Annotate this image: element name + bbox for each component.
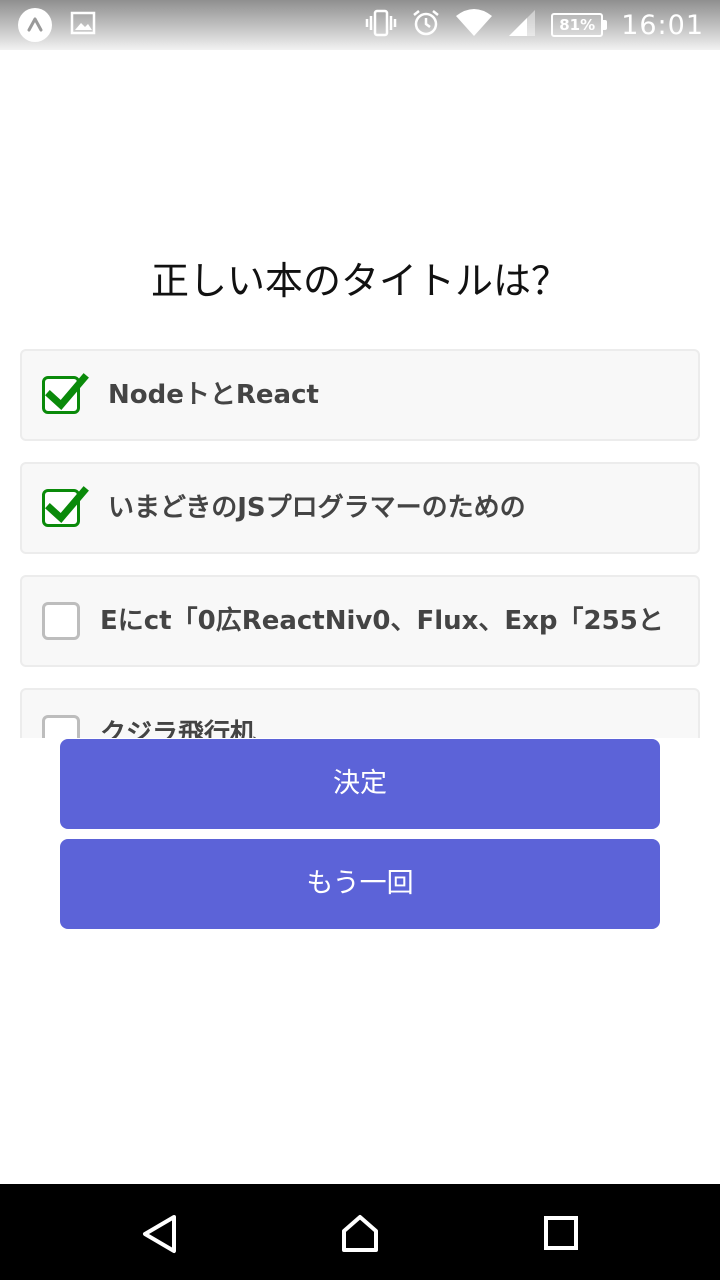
status-bar: 81% 16:01 bbox=[0, 0, 720, 50]
recents-icon[interactable] bbox=[542, 1214, 582, 1254]
question-title: 正しい本のタイトルは？ bbox=[150, 259, 569, 303]
option-label: NodeトとReact bbox=[108, 380, 319, 410]
option-item[interactable]: Eにct「0広ReactNiv0、Flux、Exp「255と bbox=[20, 575, 700, 667]
checkbox-unchecked-icon[interactable] bbox=[42, 715, 80, 738]
alarm-icon bbox=[411, 8, 441, 42]
status-bar-right: 81% 16:01 bbox=[365, 6, 704, 44]
signal-icon bbox=[507, 8, 537, 42]
retry-button[interactable]: もう一回 bbox=[60, 839, 660, 929]
option-label: Eにct「0広ReactNiv0、Flux、Exp「255と bbox=[100, 606, 664, 636]
checkbox-unchecked-icon[interactable] bbox=[42, 602, 80, 640]
battery-icon: 81% bbox=[551, 13, 608, 37]
checkbox-checked-icon[interactable] bbox=[42, 486, 89, 527]
status-bar-left bbox=[18, 8, 96, 42]
image-icon bbox=[70, 11, 96, 39]
clock: 16:01 bbox=[621, 9, 704, 41]
option-label: いまどきのJSプログラマーのための bbox=[108, 493, 526, 523]
back-icon[interactable] bbox=[140, 1214, 180, 1254]
navigation-bar bbox=[0, 1184, 720, 1280]
option-item[interactable]: クジラ飛行机 bbox=[20, 688, 700, 738]
option-item[interactable]: NodeトとReact bbox=[20, 349, 700, 441]
home-icon[interactable] bbox=[340, 1214, 380, 1254]
battery-level: 81% bbox=[551, 13, 604, 37]
app-a-icon bbox=[18, 8, 52, 42]
options-list: NodeトとReact いまどきのJSプログラマーのための Eにct「0広Rea… bbox=[20, 349, 700, 738]
checkbox-checked-icon[interactable] bbox=[42, 373, 89, 414]
wifi-icon bbox=[455, 8, 493, 42]
vibrate-icon bbox=[365, 8, 397, 42]
option-item[interactable]: いまどきのJSプログラマーのための bbox=[20, 462, 700, 554]
option-label: クジラ飛行机 bbox=[100, 719, 257, 738]
submit-button[interactable]: 決定 bbox=[60, 739, 660, 829]
